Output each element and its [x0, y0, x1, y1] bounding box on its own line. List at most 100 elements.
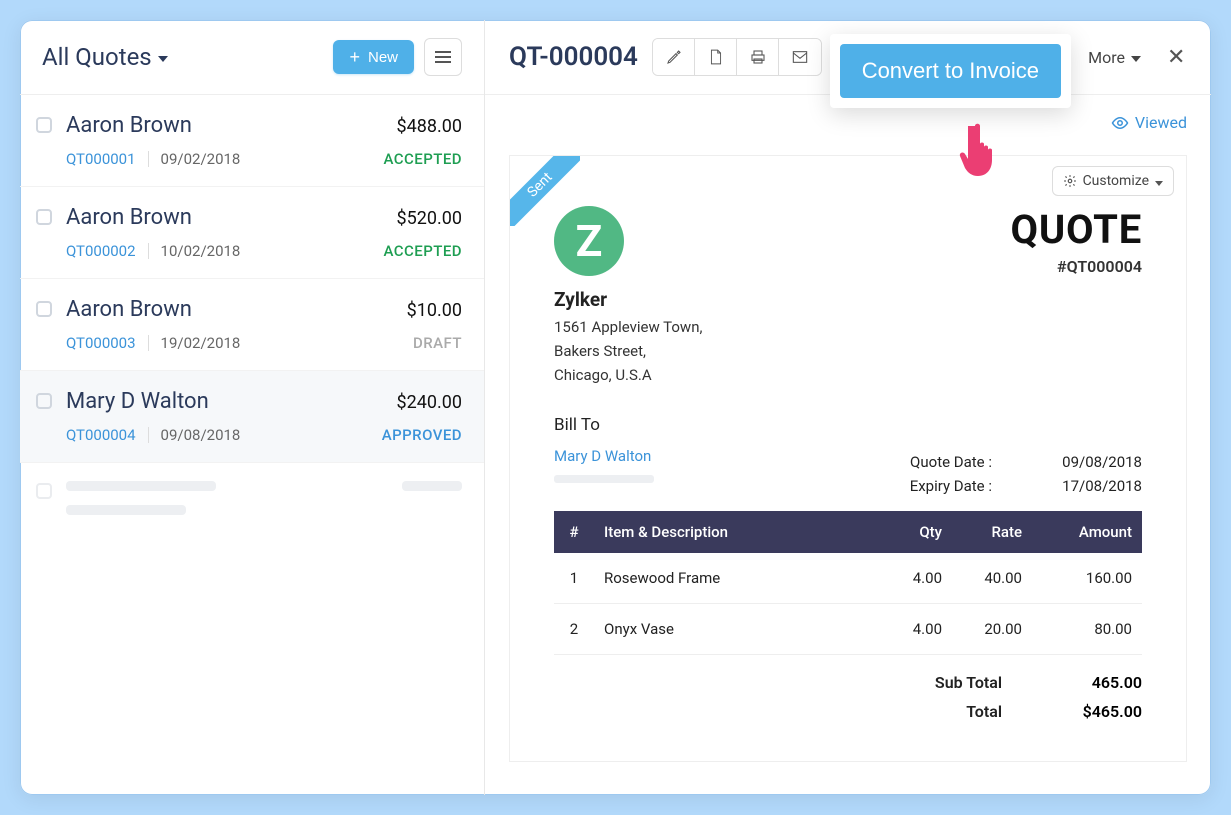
row-checkbox[interactable] [36, 117, 52, 133]
row-checkbox[interactable] [36, 393, 52, 409]
quote-document: Sent Customize Z Zylker [509, 155, 1187, 762]
gear-icon [1063, 174, 1077, 188]
bill-to-label: Bill To [554, 415, 1142, 435]
divider [148, 335, 149, 351]
left-header: All Quotes + New [20, 20, 484, 95]
total-value: $465.00 [1052, 702, 1142, 721]
status-badge: DRAFT [413, 334, 462, 352]
quote-amount: $240.00 [397, 392, 462, 413]
chevron-down-icon [1155, 181, 1163, 186]
pdf-button[interactable] [695, 39, 737, 75]
new-button-label: New [368, 49, 398, 66]
table-row: 1Rosewood Frame4.0040.00160.00 [554, 553, 1142, 604]
company-block: Z Zylker 1561 Appleview Town, Bakers Str… [554, 206, 702, 387]
item-name: Rosewood Frame [594, 553, 882, 604]
divider [148, 151, 149, 167]
quote-date-label: Quote Date : [910, 453, 992, 471]
quote-date: 09/02/2018 [161, 150, 241, 168]
customer-name: Mary D Walton [66, 389, 209, 414]
quote-id: QT000004 [66, 426, 136, 444]
col-num: # [554, 511, 594, 553]
close-button[interactable]: ✕ [1163, 41, 1187, 74]
viewed-status: Viewed [1111, 113, 1187, 132]
total-label: Total [966, 702, 1002, 721]
quote-amount: $488.00 [397, 116, 462, 137]
quote-title: QT-000004 [509, 42, 638, 72]
print-button[interactable] [737, 39, 779, 75]
quote-detail-body: Viewed Sent Customize Z [485, 95, 1211, 795]
quote-label-block: QUOTE #QT000004 [1010, 206, 1142, 387]
pencil-icon [666, 49, 682, 65]
viewed-label: Viewed [1135, 113, 1187, 132]
quote-big-label: QUOTE [1010, 206, 1142, 253]
customer-name: Aaron Brown [66, 113, 192, 138]
close-icon: ✕ [1167, 45, 1185, 70]
item-qty: 4.00 [882, 553, 952, 604]
quote-id: QT000002 [66, 242, 136, 260]
quote-number: #QT000004 [1010, 257, 1142, 276]
quote-list-item[interactable]: Mary D Walton $240.00 QT000004 09/08/2018 AP… [20, 371, 484, 463]
plus-icon: + [349, 48, 360, 66]
eye-icon [1111, 116, 1129, 130]
list-options-button[interactable] [424, 38, 462, 76]
item-amount: 160.00 [1032, 553, 1142, 604]
item-rate: 40.00 [952, 553, 1032, 604]
mail-icon [792, 50, 808, 64]
item-amount: 80.00 [1032, 604, 1142, 655]
quote-id: QT000001 [66, 150, 136, 168]
status-badge: APPROVED [382, 426, 462, 444]
hamburger-icon [435, 51, 451, 63]
email-button[interactable] [779, 39, 821, 75]
divider [148, 427, 149, 443]
document-header: Z Zylker 1561 Appleview Town, Bakers Str… [554, 206, 1142, 387]
item-num: 1 [554, 553, 594, 604]
quote-list-item[interactable]: Aaron Brown$520.00QT00000210/02/2018ACCE… [20, 187, 484, 279]
items-table: # Item & Description Qty Rate Amount 1Ro… [554, 511, 1142, 655]
more-dropdown[interactable]: More [1080, 42, 1149, 73]
printer-icon [750, 49, 766, 65]
convert-to-invoice-button[interactable]: Convert to Invoice [840, 44, 1061, 98]
new-quote-button[interactable]: + New [333, 40, 414, 74]
edit-button[interactable] [653, 39, 695, 75]
quote-list-item[interactable]: Aaron Brown$488.00QT00000109/02/2018ACCE… [20, 95, 484, 187]
table-row: 2Onyx Vase4.0020.0080.00 [554, 604, 1142, 655]
quote-detail-pane: QT-000004 More ✕ [485, 20, 1211, 795]
company-address: 1561 Appleview Town, Bakers Street, Chic… [554, 315, 702, 387]
skeleton-row [20, 463, 484, 533]
chevron-down-icon [158, 56, 168, 62]
customer-name: Aaron Brown [66, 205, 192, 230]
pdf-icon [709, 49, 723, 65]
divider [148, 243, 149, 259]
item-rate: 20.00 [952, 604, 1032, 655]
quote-date-value: 09/08/2018 [1052, 453, 1142, 471]
filter-label: All Quotes [42, 43, 152, 71]
item-name: Onyx Vase [594, 604, 882, 655]
item-num: 2 [554, 604, 594, 655]
quote-amount: $10.00 [407, 300, 462, 321]
row-checkbox[interactable] [36, 483, 52, 499]
table-header-row: # Item & Description Qty Rate Amount [554, 511, 1142, 553]
more-label: More [1088, 48, 1125, 67]
quote-date: 09/08/2018 [161, 426, 241, 444]
quote-id: QT000003 [66, 334, 136, 352]
expiry-date-value: 17/08/2018 [1052, 477, 1142, 495]
item-qty: 4.00 [882, 604, 952, 655]
quote-list-pane: All Quotes + New Aaron Brown $488.00 QT000… [20, 20, 485, 795]
quote-amount: $520.00 [397, 208, 462, 229]
totals-block: Sub Total 465.00 Total $465.00 [554, 673, 1142, 721]
col-item: Item & Description [594, 511, 882, 553]
expiry-date-label: Expiry Date : [910, 477, 992, 495]
col-qty: Qty [882, 511, 952, 553]
quote-list: Aaron Brown $488.00 QT000001 09/02/2018 ACCE… [20, 95, 484, 463]
quote-list-item[interactable]: Aaron Brown$10.00QT00000319/02/2018DRAFT [20, 279, 484, 371]
sent-ribbon: Sent [510, 156, 580, 226]
row-checkbox[interactable] [36, 209, 52, 225]
subtotal-label: Sub Total [935, 673, 1002, 692]
status-badge: ACCEPTED [384, 242, 462, 260]
toolbar-icon-group [652, 38, 822, 76]
sent-ribbon-label: Sent [510, 156, 580, 226]
row-checkbox[interactable] [36, 301, 52, 317]
col-amount: Amount [1032, 511, 1142, 553]
customize-button[interactable]: Customize [1052, 166, 1174, 196]
filter-dropdown[interactable]: All Quotes [42, 43, 323, 71]
